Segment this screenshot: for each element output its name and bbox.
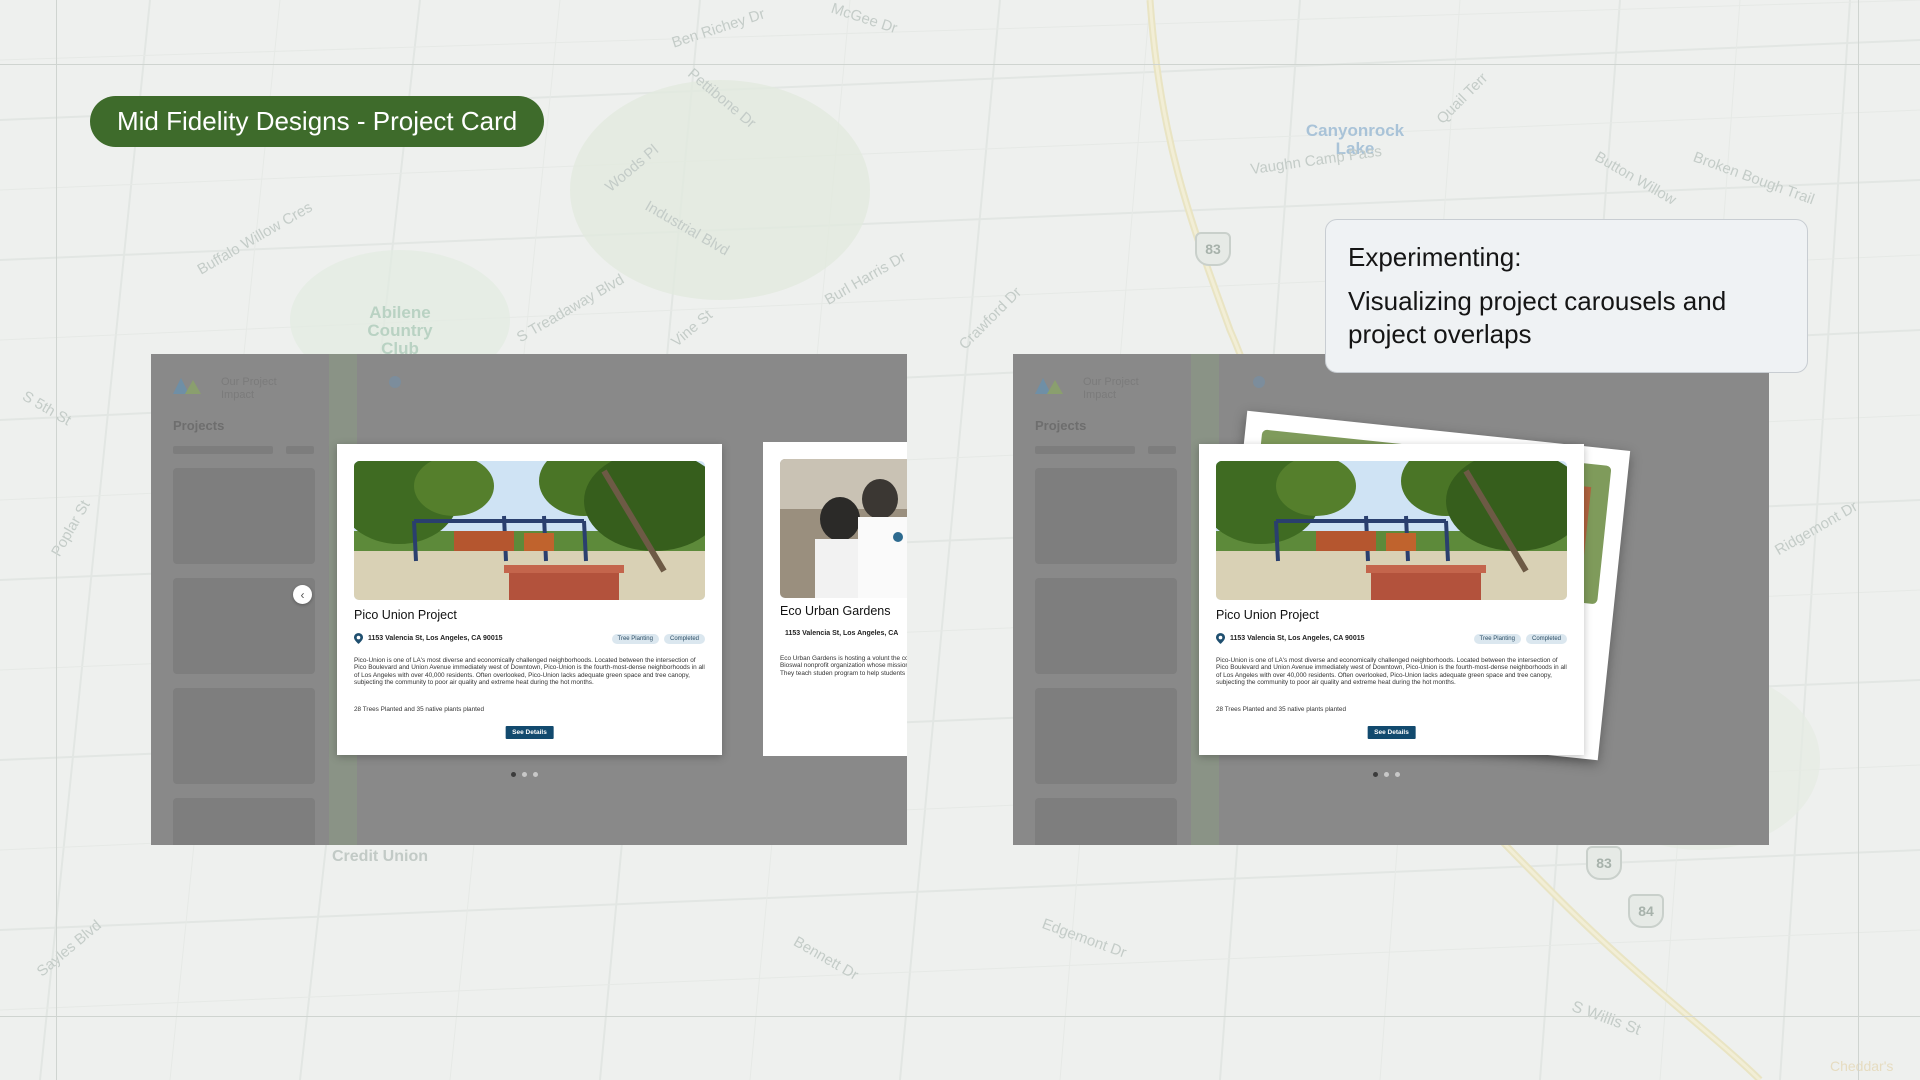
carousel-pagination [511, 772, 538, 777]
highway-shield-icon: 84 [1628, 894, 1664, 928]
project-stat: 28 Trees Planted and 35 native plants pl… [354, 706, 485, 713]
note-heading: Experimenting: [1348, 242, 1522, 272]
list-item-placeholder [1035, 468, 1177, 564]
project-description: Pico-Union is one of LA's most diverse a… [1216, 657, 1567, 687]
filter-placeholder [1035, 446, 1135, 454]
tag-tree-planting: Tree Planting [611, 634, 659, 644]
pagination-dot[interactable] [1395, 772, 1400, 777]
address-text: 1153 Valencia St, Los Angeles, CA 90015 [1230, 635, 1365, 642]
guide-line [0, 1016, 1920, 1017]
project-card[interactable]: Pico Union Project 1153 Valencia St, Los… [337, 444, 722, 755]
tag-list: Tree Planting Completed [1473, 634, 1567, 644]
map-pin-icon [389, 376, 401, 388]
pagination-dot[interactable] [522, 772, 527, 777]
project-description: Pico-Union is one of LA's most diverse a… [354, 657, 705, 687]
address-text: 1153 Valencia St, Los Angeles, CA 90015 [368, 635, 503, 642]
project-photo [780, 459, 907, 598]
project-card[interactable]: Pico Union Project 1153 Valencia St, Los… [1199, 444, 1584, 755]
list-item-placeholder [1035, 798, 1177, 845]
chevron-left-icon: ‹ [300, 587, 305, 602]
list-item-placeholder [1035, 578, 1177, 674]
experiment-note: Experimenting: Visualizing project carou… [1325, 219, 1808, 373]
app-logo-icon [173, 378, 201, 394]
see-details-button[interactable]: See Details [1367, 726, 1416, 739]
guide-line [56, 0, 57, 1080]
app-name: Our Project Impact [221, 376, 277, 401]
project-stat: 28 Trees Planted and 35 native plants pl… [1216, 706, 1347, 713]
app-name: Our Project Impact [1083, 376, 1139, 401]
pagination-dot[interactable] [1384, 772, 1389, 777]
project-title: Eco Urban Gardens [780, 604, 891, 618]
list-item-placeholder [173, 468, 315, 564]
carousel-pagination [1373, 772, 1400, 777]
location-pin-icon [354, 633, 363, 644]
highway-shield-icon: 83 [1586, 846, 1622, 880]
location-pin-icon [1216, 633, 1225, 644]
list-item-placeholder [173, 688, 315, 784]
list-item-placeholder [173, 798, 315, 845]
guide-line [0, 64, 1920, 65]
map-pin-icon [1253, 376, 1265, 388]
project-address: 1153 Valencia St, Los Angeles, CA [780, 630, 898, 637]
address-text: 1153 Valencia St, Los Angeles, CA [785, 630, 899, 637]
tag-status: Completed [663, 634, 705, 644]
project-description: Eco Urban Gardens is hosting a volunt th… [780, 655, 907, 677]
filter-placeholder [286, 446, 314, 454]
map-poi-label: Cheddar's [1830, 1058, 1894, 1074]
highway-shield-icon: 83 [1195, 232, 1231, 266]
projects-heading: Projects [1035, 418, 1087, 433]
list-item-placeholder [1035, 688, 1177, 784]
note-body: Visualizing project carousels and projec… [1348, 286, 1727, 349]
map-poi-label: Credit Union [332, 848, 428, 865]
project-photo [1216, 461, 1567, 600]
filter-placeholder [1148, 446, 1176, 454]
project-card-next[interactable]: Eco Urban Gardens 1153 Valencia St, Los … [763, 442, 907, 756]
filter-placeholder [173, 446, 273, 454]
pagination-dot[interactable] [533, 772, 538, 777]
tag-tree-planting: Tree Planting [1473, 634, 1521, 644]
tag-status: Completed [1525, 634, 1567, 644]
project-address: 1153 Valencia St, Los Angeles, CA 90015 [354, 633, 503, 644]
map-park-label: Abilene Country Club [367, 303, 433, 358]
project-address: 1153 Valencia St, Los Angeles, CA 90015 [1216, 633, 1365, 644]
project-photo [354, 461, 705, 600]
carousel-prev-button[interactable]: ‹ [293, 585, 312, 604]
tag-list: Tree Planting Completed [611, 634, 705, 644]
projects-heading: Projects [173, 418, 225, 433]
pagination-dot[interactable] [511, 772, 516, 777]
page-title: Mid Fidelity Designs - Project Card [90, 96, 545, 147]
pagination-dot[interactable] [1373, 772, 1378, 777]
project-title: Pico Union Project [354, 608, 457, 622]
see-details-button[interactable]: See Details [505, 726, 554, 739]
app-logo-icon [1035, 378, 1063, 394]
project-title: Pico Union Project [1216, 608, 1319, 622]
guide-line [1858, 0, 1859, 1080]
